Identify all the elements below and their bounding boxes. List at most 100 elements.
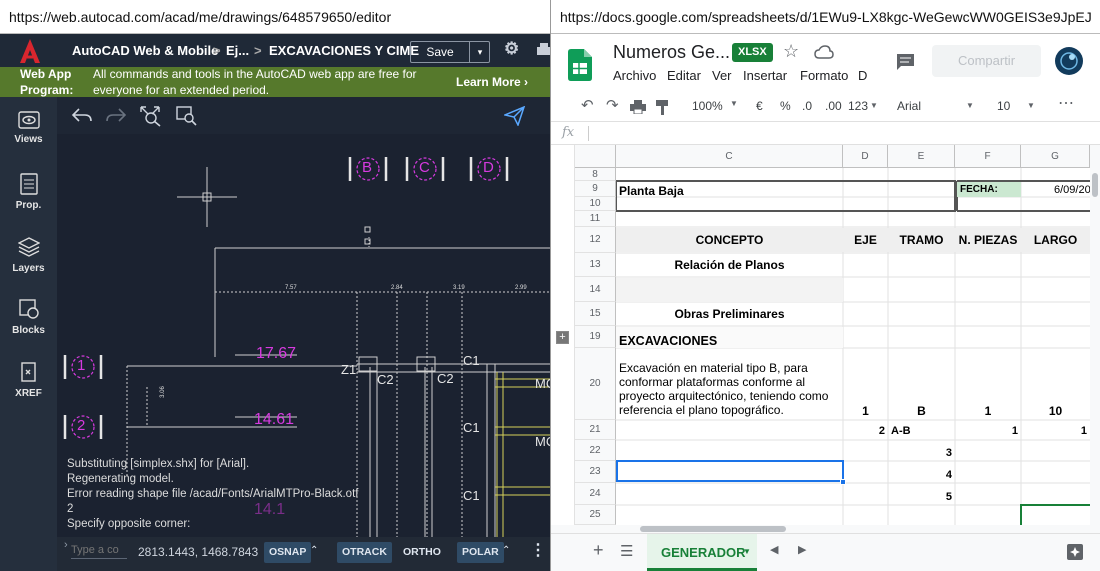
row-header[interactable]: 20 [575, 348, 616, 420]
row-header[interactable]: 14 [575, 277, 616, 302]
redo-icon[interactable]: ↷ [606, 96, 619, 114]
column-header-e[interactable]: E [888, 145, 955, 168]
cell-r22[interactable]: 3 [888, 447, 952, 459]
all-sheets-icon[interactable]: ☰ [620, 542, 633, 560]
row-header[interactable]: 15 [575, 302, 616, 326]
decrease-decimals[interactable]: .0 [802, 99, 812, 113]
column-header-f[interactable]: F [955, 145, 1021, 168]
scroll-tabs-right-icon[interactable]: ▶ [798, 543, 806, 556]
header-concepto[interactable]: CONCEPTO [616, 233, 843, 247]
cell-r20-piezas[interactable]: 1 [955, 404, 1021, 418]
menu-format[interactable]: Formato [800, 68, 848, 83]
explore-icon[interactable] [1067, 544, 1083, 560]
osnap-toggle[interactable]: OSNAP [264, 542, 312, 563]
header-tramo[interactable]: TRAMO [888, 233, 955, 247]
font-select[interactable]: Arial [897, 99, 921, 113]
menu-data[interactable]: D [858, 68, 867, 83]
scroll-tabs-left-icon[interactable]: ◀ [770, 543, 778, 556]
zoom-window-icon[interactable] [175, 105, 199, 127]
menu-insert[interactable]: Insertar [743, 68, 787, 83]
cell-obras-preliminares[interactable]: Obras Preliminares [616, 307, 843, 321]
ortho-toggle[interactable]: ORTHO [398, 542, 446, 563]
sheet-tab-dropdown-icon[interactable]: ▼ [743, 547, 751, 556]
settings-gear-icon[interactable]: ⚙ [504, 39, 519, 59]
undo-icon[interactable] [71, 106, 93, 124]
font-dropdown-icon[interactable]: ▼ [966, 101, 974, 110]
comments-icon[interactable] [896, 53, 915, 71]
osnap-menu-icon[interactable]: ⌃ [310, 545, 318, 556]
currency-format[interactable]: € [756, 99, 763, 113]
cell-planta-baja[interactable]: Planta Baja [619, 184, 684, 198]
document-title[interactable]: Numeros Ge... [613, 42, 730, 63]
print-icon[interactable] [535, 42, 550, 58]
cell-relacion-planos[interactable]: Relación de Planos [616, 258, 843, 272]
menu-view[interactable]: Ver [712, 68, 732, 83]
cell-r21-largo[interactable]: 1 [1021, 425, 1087, 437]
menu-file[interactable]: Archivo [613, 68, 656, 83]
row-header[interactable]: 23 [575, 461, 616, 483]
send-icon[interactable] [504, 106, 526, 126]
row-header[interactable]: 25 [575, 505, 616, 525]
otrack-toggle[interactable]: OTRACK [337, 542, 392, 563]
column-header-c[interactable]: C [616, 145, 843, 168]
header-largo[interactable]: LARGO [1021, 233, 1090, 247]
paint-format-icon[interactable] [656, 100, 670, 116]
more-options-icon[interactable]: ⋯ [1058, 93, 1074, 113]
corner-cell[interactable] [575, 145, 616, 168]
sidebar-item-xref[interactable]: XREF [0, 361, 57, 399]
avatar[interactable] [1054, 46, 1084, 76]
learn-more-link[interactable]: Learn More › [456, 75, 528, 89]
cell-r20-eje[interactable]: 1 [843, 404, 888, 418]
expand-group-button[interactable]: + [556, 331, 569, 344]
cell-excavaciones[interactable]: EXCAVACIONES [619, 334, 717, 348]
row-header[interactable]: 13 [575, 253, 616, 277]
more-formats-dropdown-icon[interactable]: ▼ [870, 101, 878, 110]
font-size-select[interactable]: 10 [997, 99, 1010, 113]
cell-r21-piezas[interactable]: 1 [955, 425, 1018, 437]
vertical-scrollbar[interactable] [1090, 145, 1100, 525]
cell-fecha-value[interactable]: 6/09/202 [1054, 184, 1090, 196]
sheet-tab-generador[interactable]: GENERADOR ▼ [647, 534, 757, 571]
star-icon[interactable]: ☆ [783, 41, 799, 62]
save-dropdown-icon[interactable]: ▾ [469, 42, 490, 62]
vertical-scroll-thumb[interactable] [1092, 173, 1098, 197]
cell-r24[interactable]: 5 [888, 491, 952, 503]
zoom-select[interactable]: 100% [692, 99, 723, 113]
row-header[interactable]: 24 [575, 483, 616, 505]
fill-handle[interactable] [840, 479, 846, 485]
sidebar-item-properties[interactable]: Prop. [0, 173, 57, 211]
formula-input[interactable] [593, 124, 1093, 142]
undo-icon[interactable]: ↶ [581, 96, 594, 114]
address-bar-autocad[interactable]: https://web.autocad.com/acad/me/drawings… [0, 0, 550, 34]
cloud-status-icon[interactable] [814, 45, 834, 61]
row-header[interactable]: 10 [575, 197, 616, 211]
row-header[interactable]: 9 [575, 181, 616, 197]
polar-menu-icon[interactable]: ⌃ [502, 545, 510, 556]
selected-cell[interactable] [616, 460, 844, 482]
menu-edit[interactable]: Editar [667, 68, 701, 83]
row-header[interactable]: 8 [575, 168, 616, 181]
cell-description[interactable]: Excavación en material tipo B, para conf… [619, 361, 837, 417]
font-size-dropdown-icon[interactable]: ▼ [1027, 101, 1035, 110]
share-button[interactable]: Compartir [932, 45, 1041, 77]
redo-icon[interactable] [105, 106, 127, 124]
add-sheet-icon[interactable]: + [593, 540, 604, 561]
row-header[interactable]: 22 [575, 440, 616, 461]
address-bar-sheets[interactable]: https://docs.google.com/spreadsheets/d/1… [551, 0, 1100, 34]
increase-decimals[interactable]: .00 [825, 99, 842, 113]
cell-r20-largo[interactable]: 10 [1021, 404, 1090, 418]
header-n-piezas[interactable]: N. PIEZAS [955, 233, 1021, 247]
print-icon[interactable] [630, 100, 646, 114]
sidebar-item-blocks[interactable]: Blocks [0, 298, 57, 336]
row-header[interactable]: 21 [575, 420, 616, 440]
horizontal-scroll-thumb[interactable] [640, 526, 786, 532]
cell-r23[interactable]: 4 [888, 469, 952, 481]
row-header[interactable]: 19 [575, 326, 616, 348]
cell-r20-tramo[interactable]: B [888, 404, 955, 418]
cell-r21-tramo[interactable]: A-B [891, 425, 911, 437]
row-header[interactable]: 11 [575, 211, 616, 227]
cell-fecha-label[interactable]: FECHA: [960, 184, 998, 195]
sidebar-item-views[interactable]: Views [0, 111, 57, 145]
breadcrumb-folder[interactable]: Ej... [226, 43, 249, 58]
command-input[interactable] [71, 541, 127, 559]
